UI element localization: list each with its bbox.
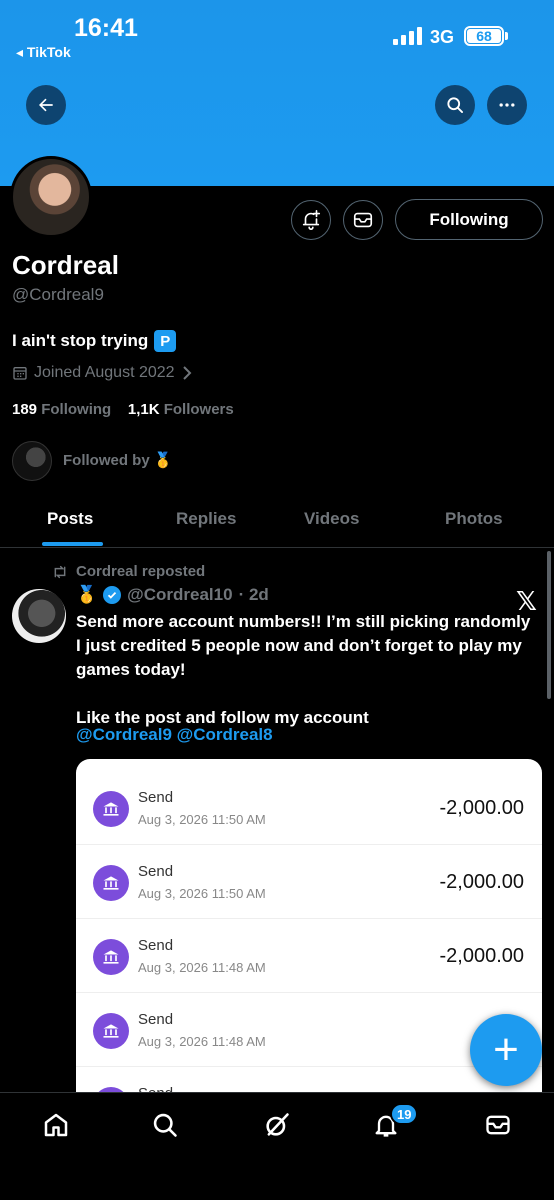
followers-count: 1,1K	[127, 401, 160, 418]
compose-post-button[interactable]: +	[470, 1014, 542, 1086]
transaction-type: Send	[138, 1011, 174, 1028]
back-button[interactable]	[26, 85, 66, 125]
following-count-label: Following	[41, 401, 112, 418]
transaction-type: Send	[138, 863, 174, 880]
post-body: Send more account numbers!! I’m still pi…	[76, 612, 531, 727]
transaction-amount: -2,000.00	[439, 871, 524, 893]
transaction-amount: -2,000.00	[439, 797, 524, 819]
following-count-link[interactable]: 189 Following	[12, 401, 111, 418]
transaction-date: Aug 3, 2026 11:48 AM	[138, 1034, 266, 1049]
transaction-date: Aug 3, 2026 11:50 AM	[138, 812, 266, 827]
search-icon	[153, 1113, 177, 1137]
grok-icon	[266, 1113, 289, 1136]
arrow-left-icon	[39, 98, 53, 112]
more-options-button[interactable]	[487, 85, 527, 125]
search-button[interactable]	[435, 85, 475, 125]
tab-photos[interactable]: Photos	[445, 509, 503, 529]
bio-text: I ain't stop trying	[12, 331, 149, 350]
joined-text: Joined August 2022	[34, 364, 175, 381]
transaction-amount: -2,000.00	[439, 945, 524, 967]
repost-indicator: Cordreal reposted	[52, 563, 205, 580]
transaction-row: Send Aug 3, 2026 11:50 AM -2,000.00	[76, 845, 542, 919]
followers-count-link[interactable]: 1,1K Followers	[128, 401, 234, 418]
calendar-icon	[13, 367, 27, 380]
nav-search[interactable]	[149, 1109, 181, 1141]
nav-home[interactable]	[40, 1109, 72, 1141]
followed-by-text[interactable]: Followed by 🥇	[63, 451, 173, 469]
follow-counts: 189 Following 1,1K Followers	[12, 401, 234, 418]
notification-count-badge: 19	[390, 1103, 419, 1125]
tab-videos[interactable]: Videos	[304, 509, 359, 529]
back-to-app-link[interactable]: ◂ TikTok	[16, 44, 71, 61]
tab-replies[interactable]: Replies	[176, 509, 236, 529]
profile-bio: I ain't stop trying P	[12, 330, 177, 352]
battery-icon: 68	[464, 26, 504, 46]
post-mentions[interactable]: @Cordreal9 @Cordreal8	[76, 725, 273, 745]
profile-tabs: Posts Replies Videos Photos	[0, 496, 554, 548]
followed-by-avatar[interactable]	[12, 441, 52, 481]
scrollbar[interactable]	[547, 551, 551, 699]
bank-icon	[93, 939, 129, 975]
post-author-avatar[interactable]	[12, 589, 66, 643]
transaction-type: Send	[138, 937, 174, 954]
envelope-icon	[486, 1115, 510, 1135]
battery-nub	[505, 32, 508, 40]
signal-icon	[393, 27, 422, 45]
following-count: 189	[12, 401, 38, 418]
battery-level: 68	[476, 28, 492, 44]
transaction-type: Send	[138, 789, 174, 806]
verified-badge-icon	[103, 586, 122, 604]
bell-plus-icon	[302, 210, 321, 230]
display-name: Cordreal	[12, 250, 119, 280]
post-text: Send more account numbers!! I’m still pi…	[76, 610, 536, 730]
network-type: 3G	[430, 27, 455, 47]
repost-label: Cordreal reposted	[76, 563, 206, 580]
tab-posts[interactable]: Posts	[47, 509, 93, 529]
joined-date[interactable]: Joined August 2022	[12, 364, 193, 382]
envelope-icon	[353, 212, 373, 228]
message-button[interactable]	[343, 200, 383, 240]
nav-messages[interactable]	[482, 1109, 514, 1141]
p-button-emoji: P	[154, 330, 177, 352]
repost-icon	[54, 565, 66, 578]
transaction-row: Send Aug 3, 2026 11:48 AM -2,000.00	[76, 919, 542, 993]
transaction-date: Aug 3, 2026 11:48 AM	[138, 960, 266, 975]
transaction-date: Aug 3, 2026 11:50 AM	[138, 886, 266, 901]
search-icon	[447, 97, 463, 114]
status-bar: 16:41 ◂ TikTok 3G 68	[0, 0, 554, 70]
more-icon	[499, 103, 515, 107]
profile-avatar[interactable]	[10, 156, 92, 238]
bank-icon	[93, 791, 129, 827]
post-author-handle[interactable]: @Cordreal10	[127, 585, 232, 605]
followers-count-label: Followers	[163, 401, 234, 418]
transaction-row: Send Aug 3, 2026 11:50 AM -2,000.00	[76, 771, 542, 845]
nav-grok[interactable]	[261, 1109, 293, 1141]
post-time: · 2d	[238, 585, 269, 604]
bank-icon	[93, 1013, 129, 1049]
active-tab-indicator	[42, 542, 103, 546]
profile-handle: @Cordreal9	[12, 285, 104, 304]
medal-emoji: 🥇	[76, 585, 98, 604]
status-time: 16:41	[74, 14, 138, 42]
following-button[interactable]: Following	[395, 199, 543, 240]
bank-icon	[93, 865, 129, 901]
chevron-right-icon	[182, 366, 191, 380]
post-header: 🥇 @Cordreal10 · 2d	[76, 585, 269, 605]
notifications-subscribe-button[interactable]	[291, 200, 331, 240]
bottom-navigation	[0, 1092, 554, 1200]
home-icon	[44, 1113, 68, 1137]
